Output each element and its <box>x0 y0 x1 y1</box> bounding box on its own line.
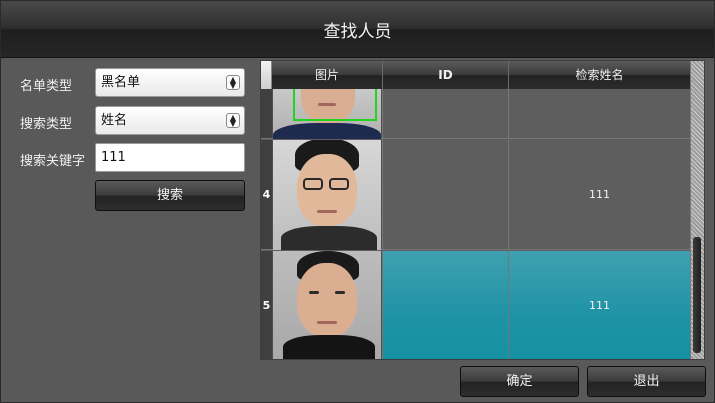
keyword-input[interactable]: 111 <box>95 143 245 172</box>
up-down-arrows-icon: ▲ ▼ <box>226 113 240 128</box>
column-header-photo[interactable]: 图片 <box>272 61 383 89</box>
face-thumbnail <box>273 139 381 250</box>
name-cell: 111 <box>509 140 691 249</box>
list-type-select[interactable]: 黑名单 ▲ ▼ <box>95 68 245 97</box>
vertical-scrollbar[interactable] <box>690 61 704 359</box>
header-corner <box>261 61 272 89</box>
grid-header: 图片 ID 检索姓名 <box>261 61 691 89</box>
name-cell: 111 <box>509 251 691 359</box>
name-cell <box>509 89 691 138</box>
column-header-id[interactable]: ID <box>383 61 509 89</box>
keyword-label: 搜索关键字 <box>20 154 86 169</box>
photo-cell <box>272 88 383 139</box>
id-cell <box>383 251 509 359</box>
ok-button[interactable]: 确定 <box>460 366 579 397</box>
face-thumbnail <box>273 250 381 359</box>
search-button[interactable]: 搜索 <box>95 180 245 211</box>
results-grid: 图片 ID 检索姓名 4 111 5 111 <box>260 60 705 360</box>
search-type-select[interactable]: 姓名 ▲ ▼ <box>95 106 245 135</box>
dialog-title: 查找人员 <box>1 1 714 58</box>
column-header-name[interactable]: 检索姓名 <box>509 61 691 89</box>
list-type-value: 黑名单 <box>101 75 141 90</box>
search-type-label: 搜索类型 <box>20 117 73 132</box>
table-row[interactable] <box>261 88 691 139</box>
up-down-arrows-icon: ▲ ▼ <box>226 75 240 90</box>
row-number <box>261 89 272 138</box>
find-person-dialog: 查找人员 名单类型 黑名单 ▲ ▼ 搜索类型 姓名 ▲ ▼ 搜索关键字 111 搜索… <box>0 0 715 403</box>
search-type-value: 姓名 <box>101 113 128 128</box>
row-number: 4 <box>261 140 272 249</box>
id-cell <box>383 140 509 249</box>
scrollbar-thumb[interactable] <box>693 237 701 353</box>
photo-cell <box>272 250 383 359</box>
table-row[interactable]: 4 111 <box>261 139 691 250</box>
table-row[interactable]: 5 111 <box>261 250 691 359</box>
row-number: 5 <box>261 251 272 359</box>
face-thumbnail <box>273 88 381 139</box>
id-cell <box>383 89 509 138</box>
list-type-label: 名单类型 <box>20 79 73 94</box>
photo-cell <box>272 139 383 250</box>
exit-button[interactable]: 退出 <box>587 366 706 397</box>
